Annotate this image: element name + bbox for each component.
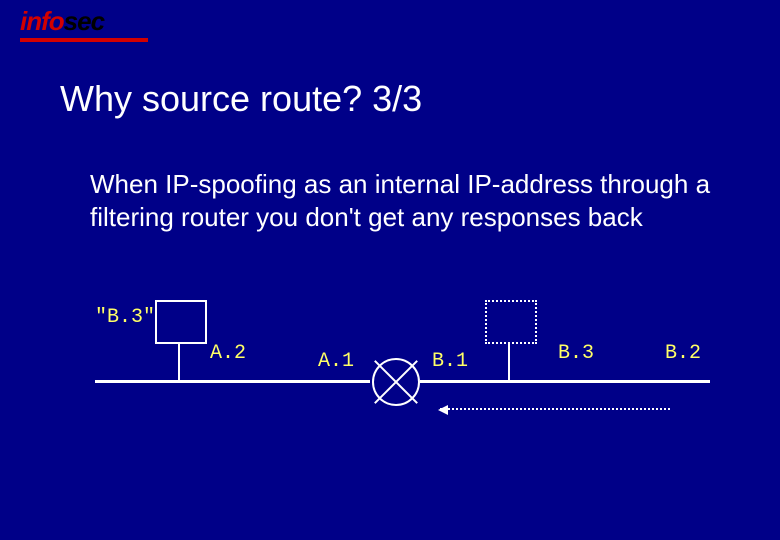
slide-title: Why source route? 3/3 [60, 78, 422, 120]
target-server-box [485, 300, 537, 344]
label-b1: B.1 [432, 350, 468, 373]
network-diagram: "B.3" A.2 A.1 B.1 B.3 B.2 [0, 300, 780, 500]
label-a2: A.2 [210, 342, 246, 365]
lan-b-backbone [420, 380, 710, 383]
server-drop [508, 342, 510, 380]
logo-left: info [20, 6, 64, 36]
label-b3: B.3 [558, 342, 594, 365]
logo-underline [20, 38, 148, 42]
label-a1: A.1 [318, 350, 354, 373]
logo-right: sec [64, 6, 104, 36]
blocked-response-arrow [440, 408, 670, 410]
slide-body-text: When IP-spoofing as an internal IP-addre… [90, 168, 720, 233]
label-b2: B.2 [665, 342, 701, 365]
filtering-router-icon [372, 358, 420, 406]
attacker-host-box [155, 300, 207, 344]
attacker-drop [178, 342, 180, 380]
label-spoofed-src: "B.3" [95, 306, 155, 329]
logo: infosec [20, 8, 104, 34]
lan-a-backbone [95, 380, 370, 383]
